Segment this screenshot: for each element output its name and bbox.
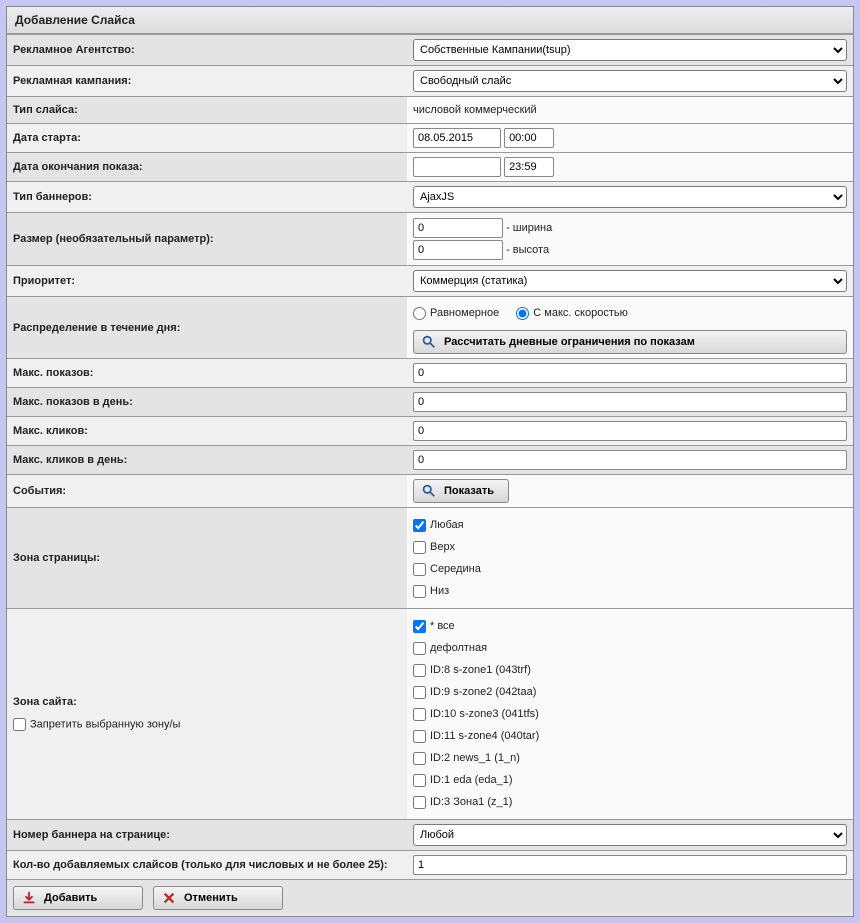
site-zone-item[interactable]: ID:8 s-zone1 (043trf): [413, 659, 847, 681]
end-time-input[interactable]: [504, 157, 554, 177]
priority-select[interactable]: Коммерция (статика): [413, 270, 847, 292]
label-events: События:: [7, 475, 407, 508]
label-page-zone: Зона страницы:: [7, 508, 407, 609]
page-zone-list: Любая Верх Середина Низ: [413, 512, 847, 604]
calc-limits-button[interactable]: Рассчитать дневные ограничения по показа…: [413, 330, 847, 354]
footer-buttons: Добавить Отменить: [7, 879, 853, 916]
max-imp-input[interactable]: [413, 363, 847, 383]
site-zone-item[interactable]: ID:10 s-zone3 (041tfs): [413, 703, 847, 725]
max-clk-input[interactable]: [413, 421, 847, 441]
label-slice-type: Тип слайса:: [7, 97, 407, 124]
banner-num-select[interactable]: Любой: [413, 824, 847, 846]
end-date-input[interactable]: [413, 157, 501, 177]
close-icon: [162, 891, 176, 905]
start-time-input[interactable]: [504, 128, 554, 148]
slice-type-value: числовой коммерческий: [413, 101, 537, 119]
label-max-imp: Макс. показов:: [7, 359, 407, 388]
count-input[interactable]: [413, 855, 847, 875]
site-zone-item[interactable]: ID:2 news_1 (1_n): [413, 747, 847, 769]
dist-uniform-radio[interactable]: [413, 307, 426, 320]
page-zone-mid[interactable]: Середина: [413, 558, 847, 580]
site-zone-item[interactable]: ID:9 s-zone2 (042taa): [413, 681, 847, 703]
max-clk-day-input[interactable]: [413, 450, 847, 470]
agency-select[interactable]: Собственные Кампании(tsup): [413, 39, 847, 61]
height-suffix: - высота: [506, 244, 549, 256]
site-zone-item[interactable]: ID:1 eda (eda_1): [413, 769, 847, 791]
magnifier-icon: [422, 335, 436, 349]
page-zone-top[interactable]: Верх: [413, 536, 847, 558]
site-zone-item[interactable]: ID:3 Зона1 (z_1): [413, 791, 847, 813]
show-events-button[interactable]: Показать: [413, 479, 509, 503]
width-input[interactable]: [413, 218, 503, 238]
page-zone-bot[interactable]: Низ: [413, 580, 847, 602]
banner-type-select[interactable]: AjaxJS: [413, 186, 847, 208]
start-date-input[interactable]: [413, 128, 501, 148]
site-zone-list: * все дефолтная ID:8 s-zone1 (043trf) ID…: [413, 613, 847, 815]
dist-max-label[interactable]: С макс. скоростью: [516, 307, 628, 319]
label-banner-type: Тип баннеров:: [7, 182, 407, 213]
add-button[interactable]: Добавить: [13, 886, 143, 910]
panel-title: Добавление Слайса: [7, 7, 853, 34]
label-campaign: Рекламная кампания:: [7, 66, 407, 97]
site-zone-item[interactable]: дефолтная: [413, 637, 847, 659]
dist-uniform-label[interactable]: Равномерное: [413, 307, 499, 319]
label-max-imp-day: Макс. показов в день:: [7, 388, 407, 417]
form-table: Рекламное Агентство: Собственные Кампани…: [7, 34, 853, 879]
page-zone-any[interactable]: Любая: [413, 514, 847, 536]
label-priority: Приоритет:: [7, 266, 407, 297]
label-count: Кол-во добавляемых слайсов (только для ч…: [7, 851, 407, 880]
download-icon: [22, 891, 36, 905]
site-zone-item[interactable]: * все: [413, 615, 847, 637]
site-zone-item[interactable]: ID:11 s-zone4 (040tar): [413, 725, 847, 747]
label-start-date: Дата старта:: [7, 124, 407, 153]
height-input[interactable]: [413, 240, 503, 260]
max-imp-day-input[interactable]: [413, 392, 847, 412]
label-banner-num: Номер баннера на странице:: [7, 820, 407, 851]
dist-max-radio[interactable]: [516, 307, 529, 320]
deny-zone-checkbox[interactable]: [13, 718, 26, 731]
label-site-zone: Зона сайта:: [13, 696, 401, 708]
cancel-button[interactable]: Отменить: [153, 886, 283, 910]
campaign-select[interactable]: Свободный слайс: [413, 70, 847, 92]
label-agency: Рекламное Агентство:: [7, 35, 407, 66]
label-end-date: Дата окончания показа:: [7, 153, 407, 182]
label-distribution: Распределение в течение дня:: [7, 297, 407, 359]
label-max-clk-day: Макс. кликов в день:: [7, 446, 407, 475]
slice-add-panel: Добавление Слайса Рекламное Агентство: С…: [6, 6, 854, 917]
label-max-clk: Макс. кликов:: [7, 417, 407, 446]
deny-zone-label[interactable]: Запретить выбранную зону/ы: [13, 716, 401, 733]
width-suffix: - ширина: [506, 222, 552, 234]
magnifier-icon: [422, 484, 436, 498]
label-size: Размер (необязательный параметр):: [7, 213, 407, 266]
